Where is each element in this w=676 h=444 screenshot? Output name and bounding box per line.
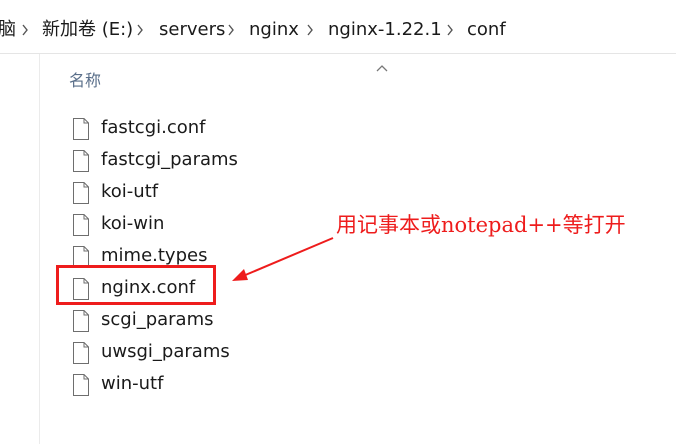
annotation-text: 用记事本或notepad++等打开 (336, 213, 626, 237)
